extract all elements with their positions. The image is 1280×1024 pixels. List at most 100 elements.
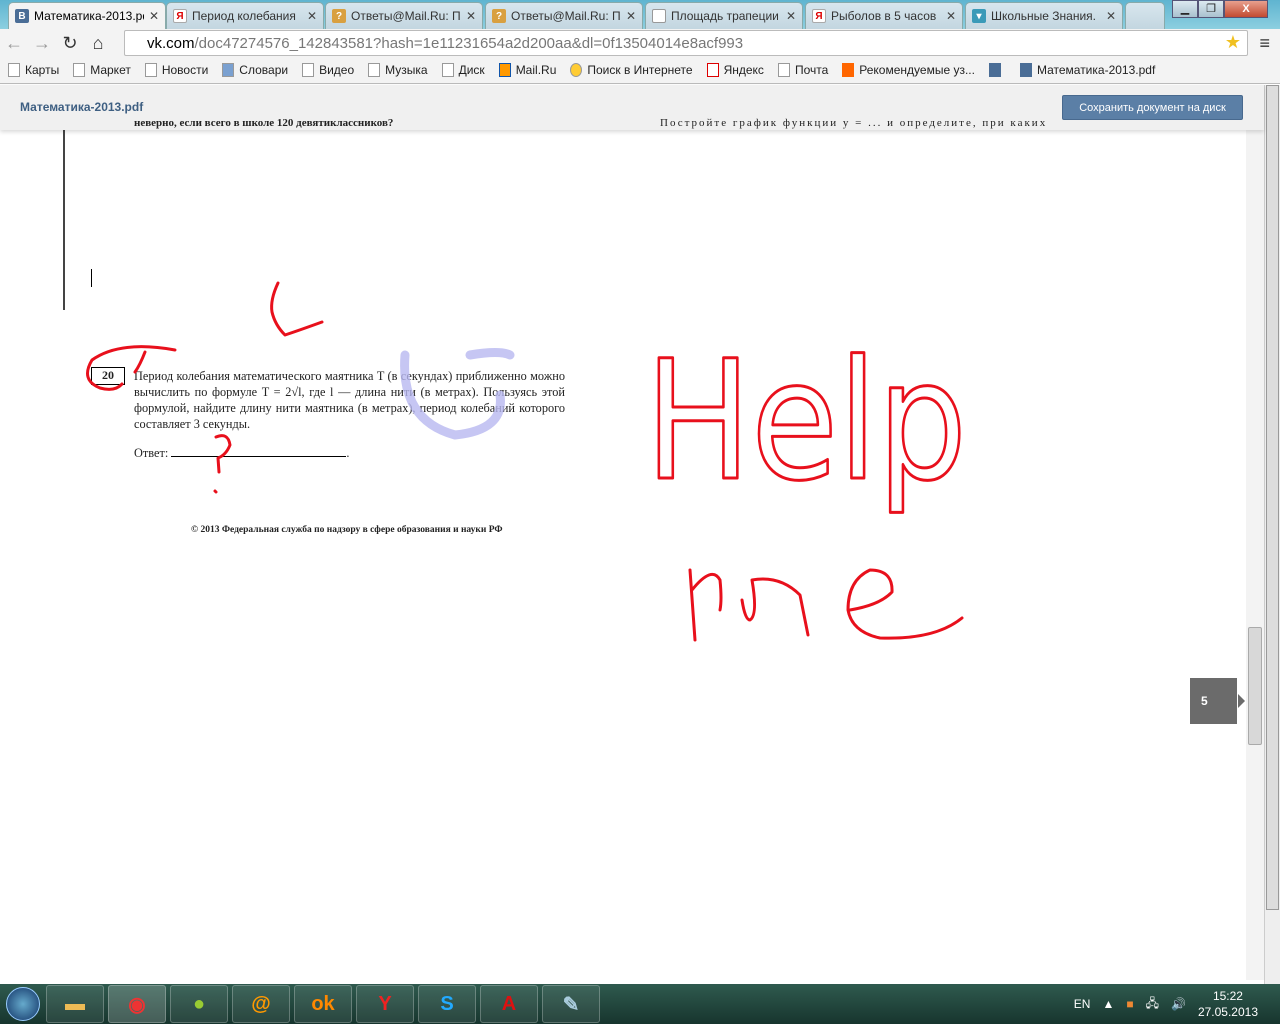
chrome-icon[interactable]: ◉ xyxy=(108,985,166,1023)
tab-title: Период колебания xyxy=(192,9,296,23)
tab-otvety-2[interactable]: ? Ответы@Mail.Ru: П ✕ xyxy=(485,2,643,29)
show-hidden-icons[interactable]: ▲ xyxy=(1102,997,1114,1011)
bookmark-item[interactable]: Новости xyxy=(144,63,208,78)
tab-title: Математика-2013.pdf xyxy=(34,9,144,23)
tab-matematika[interactable]: B Математика-2013.pdf ✕ xyxy=(8,2,166,29)
close-icon[interactable]: ✕ xyxy=(1106,9,1116,23)
yandex-browser-icon[interactable]: Y xyxy=(356,985,414,1023)
task-number: 20 xyxy=(91,367,125,385)
close-window-button[interactable]: X xyxy=(1224,0,1268,18)
yandex-icon: Я xyxy=(173,9,187,23)
odnoklassniki-icon[interactable]: ok xyxy=(294,985,352,1023)
otvety-icon: ? xyxy=(492,9,506,23)
page-number-badge: 5 xyxy=(1190,678,1245,724)
browser-scrollbar[interactable] xyxy=(1264,85,1280,985)
windows-icon xyxy=(6,987,40,1021)
scrollbar-thumb[interactable] xyxy=(1248,627,1262,745)
answer-line xyxy=(171,447,347,457)
save-to-disk-button[interactable]: Сохранить документ на диск xyxy=(1062,95,1243,120)
document-scrollbar[interactable] xyxy=(1246,130,1264,980)
cut-text-left: неверно, если всего в школе 120 девятикл… xyxy=(134,117,394,129)
tab-title: Рыболов в 5 часов xyxy=(831,9,937,23)
acrobat-icon[interactable]: A xyxy=(480,985,538,1023)
scrollbar-thumb[interactable] xyxy=(1266,85,1279,910)
page-icon xyxy=(777,63,790,78)
app-icon[interactable]: ● xyxy=(170,985,228,1023)
close-icon[interactable]: ✕ xyxy=(786,9,796,23)
tab-title: Ответы@Mail.Ru: П xyxy=(351,9,461,23)
bookmark-item[interactable]: Почта xyxy=(777,63,828,78)
answer-label: Ответ: xyxy=(134,446,169,460)
star-icon[interactable]: ★ xyxy=(1225,32,1241,53)
tab-otvety-1[interactable]: ? Ответы@Mail.Ru: П ✕ xyxy=(325,2,483,29)
skype-icon[interactable]: S xyxy=(418,985,476,1023)
yandex-icon: Я xyxy=(812,9,826,23)
bookmark-item[interactable]: Музыка xyxy=(368,63,428,78)
close-icon[interactable]: ✕ xyxy=(946,9,956,23)
tab-trapezoid[interactable]: Площадь трапеции ✕ xyxy=(645,2,803,29)
bookmark-item[interactable]: Математика-2013.pdf xyxy=(1019,63,1155,78)
tab-rybolov[interactable]: Я Рыболов в 5 часов ✕ xyxy=(805,2,963,29)
yandex-icon xyxy=(706,63,719,78)
close-icon[interactable]: ✕ xyxy=(626,9,636,23)
avg-icon[interactable]: ■ xyxy=(1126,997,1133,1011)
close-icon[interactable]: ✕ xyxy=(149,9,159,23)
bookmark-item[interactable]: Mail.Ru xyxy=(498,63,556,78)
forward-button[interactable]: → xyxy=(28,33,56,54)
paint-icon[interactable]: ✎ xyxy=(542,985,600,1023)
bookmark-item[interactable]: Маркет xyxy=(73,63,131,78)
bookmark-item[interactable]: Видео xyxy=(302,63,354,78)
explorer-icon[interactable]: ▬ xyxy=(46,985,104,1023)
page-icon xyxy=(652,9,666,23)
task-text: Период колебания математического маятник… xyxy=(134,369,565,431)
address-bar[interactable]: vk.com/doc47274576_142843581?hash=1e1123… xyxy=(124,30,1248,56)
vk-icon: B xyxy=(15,9,29,23)
lightbulb-icon xyxy=(842,63,855,78)
bookmark-item[interactable]: Диск xyxy=(441,63,485,78)
mailru-agent-icon[interactable]: @ xyxy=(232,985,290,1023)
reload-button[interactable]: ↻ xyxy=(56,33,84,54)
start-button[interactable] xyxy=(0,984,46,1024)
page-icon xyxy=(368,63,381,78)
page-icon xyxy=(73,63,86,78)
bookmark-item[interactable]: Рекомендуемые уз... xyxy=(842,63,975,78)
answer-field: Ответ: . xyxy=(134,446,350,460)
url-path: /doc47274576_142843581?hash=1e11231654a2… xyxy=(194,34,744,52)
page-icon xyxy=(8,63,20,78)
tab-period[interactable]: Я Период колебания ✕ xyxy=(166,2,324,29)
document-title: Математика-2013.pdf xyxy=(20,100,144,114)
volume-icon[interactable]: 🔊 xyxy=(1171,997,1186,1011)
minimize-button[interactable]: ▁ xyxy=(1172,0,1198,18)
text-caret xyxy=(91,269,92,287)
home-button[interactable]: ⌂ xyxy=(84,33,112,54)
clock[interactable]: 15:22 27.05.2013 xyxy=(1198,988,1258,1020)
url-domain: vk.com xyxy=(147,34,195,52)
tab-title: Ответы@Mail.Ru: П xyxy=(511,9,621,23)
network-icon[interactable]: 🖧 xyxy=(1146,994,1159,1015)
browser-toolbar: ← → ↻ ⌂ vk.com/doc47274576_142843581?has… xyxy=(0,29,1280,57)
cut-text-right: Постройте график функции y = ... и опред… xyxy=(660,117,1048,129)
back-button[interactable]: ← xyxy=(0,33,28,54)
tab-title: Площадь трапеции xyxy=(671,9,779,23)
page-number: 5 xyxy=(1201,694,1208,708)
close-icon[interactable]: ✕ xyxy=(466,9,476,23)
bookmark-item[interactable]: Поиск в Интернете xyxy=(570,63,693,78)
otvety-icon: ? xyxy=(332,9,346,23)
system-tray: EN ▲ ■ 🖧 🔊 15:22 27.05.2013 xyxy=(1074,984,1280,1024)
bookmark-item[interactable] xyxy=(988,63,1006,78)
language-indicator[interactable]: EN xyxy=(1074,997,1091,1011)
page-icon xyxy=(441,63,454,78)
page-icon xyxy=(302,63,315,78)
menu-icon[interactable]: ≡ xyxy=(1259,33,1270,54)
vk-icon xyxy=(1019,63,1032,78)
dictionary-icon xyxy=(222,63,235,78)
maximize-button[interactable]: ❐ xyxy=(1198,0,1224,18)
tab-znanija[interactable]: ▾ Школьные Знания. ✕ xyxy=(965,2,1123,29)
close-icon[interactable]: ✕ xyxy=(307,9,317,23)
bookmark-item[interactable]: Яндекс xyxy=(706,63,764,78)
bookmark-item[interactable]: Словари xyxy=(222,63,288,78)
search-icon xyxy=(570,63,583,78)
bookmark-item[interactable]: Карты xyxy=(8,63,59,78)
bookmarks-bar: Карты Маркет Новости Словари Видео Музык… xyxy=(0,57,1280,84)
new-tab-button[interactable] xyxy=(1125,2,1165,29)
